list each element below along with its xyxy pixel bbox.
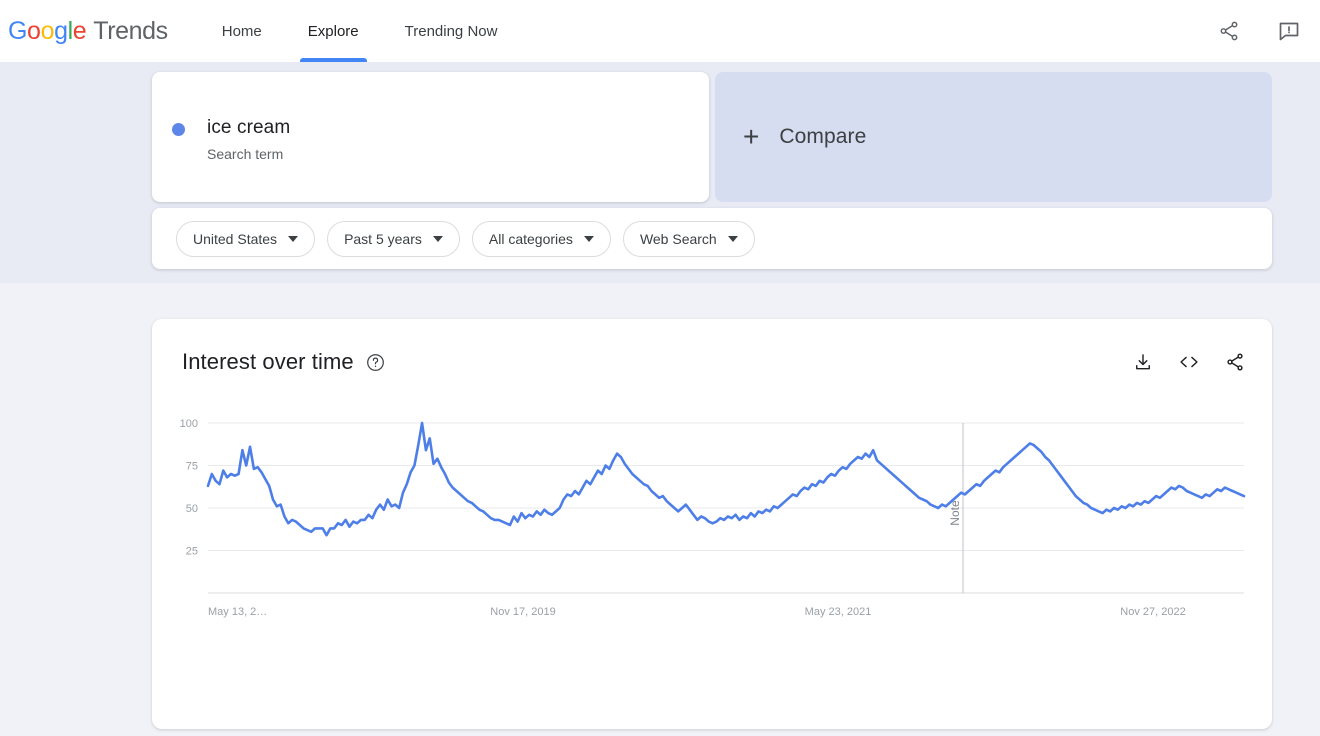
svg-text:Nov 17, 2019: Nov 17, 2019 xyxy=(490,606,555,618)
svg-text:75: 75 xyxy=(186,461,198,473)
app-header: Google Trends Home Explore Trending Now xyxy=(0,0,1320,62)
logo-letter-g2: g xyxy=(54,16,68,45)
svg-text:100: 100 xyxy=(180,418,198,430)
chart-header: Interest over time xyxy=(182,349,1246,375)
interest-over-time-chart[interactable]: 100755025 Note May 13, 2… Nov 17, 2019 May… xyxy=(152,409,1272,639)
logo-letter-e: e xyxy=(72,16,87,45)
filter-category-label: All categories xyxy=(488,230,573,247)
search-term-card[interactable]: ice cream Search term xyxy=(152,72,709,202)
nav-item-trending-now[interactable]: Trending Now xyxy=(399,0,504,62)
nav-item-explore[interactable]: Explore xyxy=(299,0,367,62)
filter-time-range[interactable]: Past 5 years xyxy=(327,220,460,257)
filter-category[interactable]: All categories xyxy=(471,220,611,257)
svg-text:50: 50 xyxy=(186,503,198,515)
share-icon[interactable] xyxy=(1224,351,1246,373)
filter-location-label: United States xyxy=(193,230,278,247)
search-term-inner: ice cream Search term xyxy=(172,116,290,163)
chart-y-axis-labels: 100 75 50 25 xyxy=(180,418,198,558)
page-content: ice cream Search term + Compare United S… xyxy=(0,62,1320,736)
filter-time-range-label: Past 5 years xyxy=(344,230,422,247)
chevron-down-icon xyxy=(583,235,594,242)
chart-plot-area[interactable]: 100 75 50 25 Note May 13, 2… Nov 17, 2019 May… xyxy=(152,409,1272,729)
chevron-down-icon xyxy=(727,235,738,242)
help-icon[interactable] xyxy=(366,353,385,372)
nav-item-explore-label: Explore xyxy=(307,22,359,40)
compare-label: Compare xyxy=(779,125,867,148)
filter-bar: United States Past 5 years All categorie… xyxy=(152,208,1272,269)
chart-title: Interest over time xyxy=(182,349,354,374)
logo-letter-o1: o xyxy=(27,16,41,45)
search-term-value: ice cream xyxy=(207,117,291,138)
nav-item-home-label: Home xyxy=(221,22,262,40)
logo-letter-o2: o xyxy=(40,16,55,45)
svg-text:May 13, 2…: May 13, 2… xyxy=(208,606,267,618)
svg-text:25: 25 xyxy=(186,546,198,558)
filter-search-type[interactable]: Web Search xyxy=(622,220,755,257)
header-actions xyxy=(1216,0,1302,62)
interest-over-time-card: Interest over time 100 75 50 25 Note May… xyxy=(152,319,1272,729)
feedback-icon[interactable] xyxy=(1276,18,1302,44)
nav-item-trending-now-label: Trending Now xyxy=(404,22,498,40)
google-trends-logo[interactable]: Google Trends xyxy=(8,17,168,46)
chart-series-line xyxy=(206,421,1246,537)
series-color-dot-icon xyxy=(172,123,185,136)
main-navigation: Home Explore Trending Now xyxy=(216,0,538,62)
logo-letter-g1: G xyxy=(8,16,28,45)
chevron-down-icon xyxy=(432,235,443,242)
filter-location[interactable]: United States xyxy=(176,220,316,257)
compare-button[interactable]: + Compare xyxy=(715,72,1272,202)
nav-item-home[interactable]: Home xyxy=(216,0,268,62)
download-icon[interactable] xyxy=(1132,351,1154,373)
chart-tools xyxy=(1132,351,1246,373)
chart-gridlines xyxy=(208,422,1244,594)
chart-x-axis-labels: May 13, 2… Nov 17, 2019 May 23, 2021 Nov 27… xyxy=(208,606,1186,618)
query-row: ice cream Search term + Compare xyxy=(152,72,1272,202)
logo-product-name: Trends xyxy=(93,16,168,45)
chart-note-annotation: Note xyxy=(948,423,964,593)
svg-text:Nov 27, 2022: Nov 27, 2022 xyxy=(1120,606,1185,618)
embed-icon[interactable] xyxy=(1178,351,1200,373)
chevron-down-icon xyxy=(288,235,299,242)
search-term-type: Search term xyxy=(207,146,284,162)
filter-search-type-label: Web Search xyxy=(639,230,717,247)
share-icon[interactable] xyxy=(1216,18,1242,44)
plus-icon: + xyxy=(743,121,760,152)
svg-text:May 23, 2021: May 23, 2021 xyxy=(805,606,872,618)
